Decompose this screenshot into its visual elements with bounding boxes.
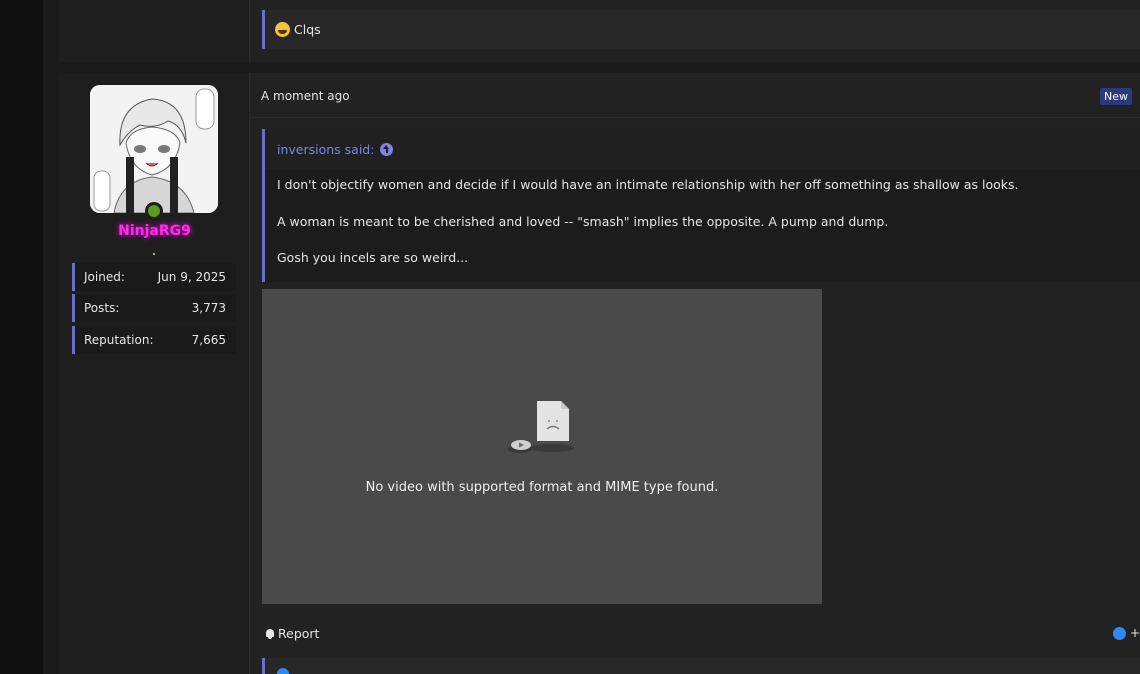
previous-post-quote: Clqs	[262, 10, 1140, 49]
stat-label: Reputation:	[84, 333, 154, 347]
quote-attribution[interactable]: inversions said:	[277, 142, 374, 157]
post-timestamp[interactable]: A moment ago	[261, 89, 350, 103]
thumbs-up-icon[interactable]	[1113, 627, 1126, 640]
new-badge: New	[1100, 88, 1132, 105]
video-error-message: No video with supported format and MIME …	[365, 480, 719, 495]
laughing-emoji-icon	[275, 22, 290, 37]
stat-value: Jun 9, 2025	[157, 270, 226, 284]
stat-reputation: Reputation: 7,665	[72, 326, 236, 354]
previous-post-text: Clqs	[294, 22, 321, 37]
video-player[interactable]: No video with supported format and MIME …	[262, 289, 822, 604]
report-label: Report	[278, 626, 320, 641]
report-button[interactable]: Report	[264, 626, 319, 641]
stat-joined: Joined: Jun 9, 2025	[72, 263, 236, 291]
previous-post: Clqs	[59, 0, 1140, 62]
next-quote-block	[262, 658, 1140, 674]
arrow-up-circle-icon[interactable]	[380, 142, 394, 156]
post-header: A moment ago New	[250, 73, 1140, 118]
left-gutter	[0, 0, 43, 674]
bell-icon	[264, 628, 276, 640]
quote-header[interactable]: inversions said:	[265, 129, 1140, 169]
like-plus[interactable]: +	[1130, 626, 1140, 640]
stat-value: 3,773	[191, 301, 226, 315]
quote-block: inversions said: I don't objectify women…	[262, 129, 1140, 282]
online-status-indicator	[145, 202, 163, 220]
avatar[interactable]	[90, 85, 218, 213]
broken-video-icon	[508, 401, 574, 453]
user-title-divider	[153, 253, 155, 255]
previous-post-user-column	[59, 0, 250, 62]
avatar-image	[90, 85, 218, 213]
quote-line: A woman is meant to be cherished and lov…	[277, 213, 889, 229]
stat-label: Joined:	[84, 270, 125, 284]
stat-value: 7,665	[191, 333, 226, 347]
stat-label: Posts:	[84, 301, 120, 315]
stat-posts: Posts: 3,773	[72, 294, 236, 322]
post: NinjaRG9 Joined: Jun 9, 2025 Posts: 3,77…	[59, 73, 1140, 674]
user-column: NinjaRG9 Joined: Jun 9, 2025 Posts: 3,77…	[59, 73, 250, 674]
username[interactable]: NinjaRG9	[59, 223, 250, 239]
quote-body: I don't objectify women and decide if I …	[265, 169, 1140, 265]
quote-line: Gosh you incels are so weird...	[277, 250, 469, 265]
reaction-icon	[277, 668, 289, 674]
quote-line: I don't objectify women and decide if I …	[277, 177, 1019, 192]
